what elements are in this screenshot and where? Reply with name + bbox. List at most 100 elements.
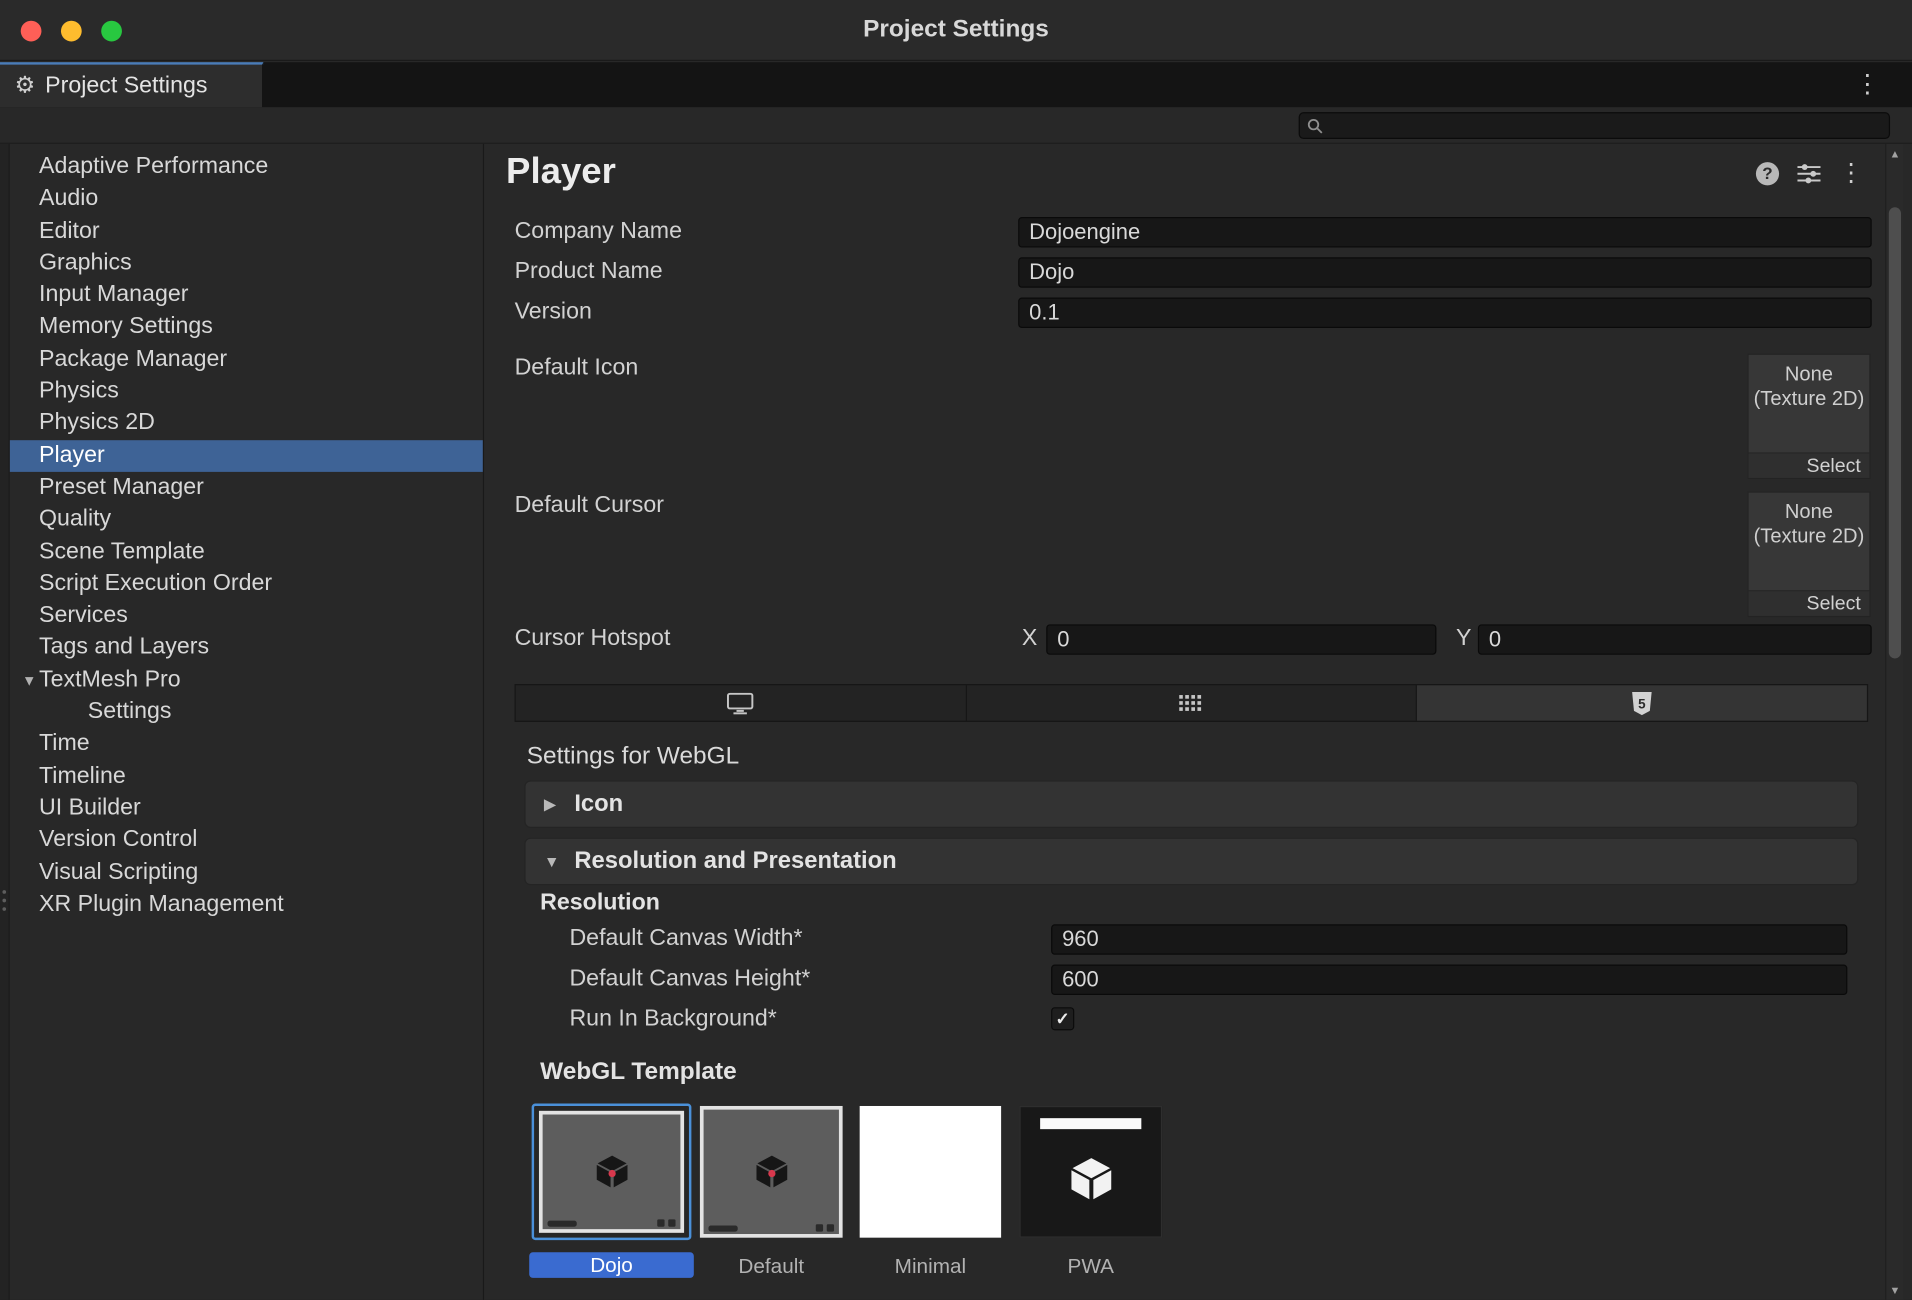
toolbar bbox=[0, 107, 1912, 144]
search-input[interactable] bbox=[1329, 115, 1881, 136]
texture-type-text: (Texture 2D) bbox=[1749, 387, 1870, 411]
close-button[interactable] bbox=[21, 21, 42, 42]
template-pwa-thumbnail[interactable] bbox=[1019, 1106, 1162, 1238]
default-icon-texture-well[interactable]: None (Texture 2D) Select bbox=[1747, 354, 1870, 480]
sidebar-item-adaptive-performance[interactable]: Adaptive Performance bbox=[10, 151, 483, 183]
cursor-hotspot-label: Cursor Hotspot bbox=[515, 626, 671, 653]
tab-strip: ⚙ Project Settings ⋮ bbox=[0, 62, 1912, 107]
canvas-width-input[interactable] bbox=[1051, 924, 1847, 954]
company-name-label: Company Name bbox=[515, 218, 682, 245]
pwa-titlebar-shape bbox=[1040, 1118, 1141, 1129]
template-default-preview bbox=[700, 1106, 843, 1238]
sidebar-item-physics[interactable]: Physics bbox=[10, 376, 483, 408]
sidebar-item-quality[interactable]: Quality bbox=[10, 504, 483, 536]
sidebar-item-xr-plugin-management[interactable]: XR Plugin Management bbox=[10, 889, 483, 921]
template-pwa-label[interactable]: PWA bbox=[1019, 1254, 1162, 1280]
canvas-width-label: Default Canvas Width* bbox=[569, 926, 802, 953]
platform-tab-dedicated-server[interactable] bbox=[967, 685, 1418, 720]
hotspot-x-input[interactable] bbox=[1046, 624, 1436, 654]
template-dojo-label[interactable]: Dojo bbox=[529, 1252, 694, 1278]
sidebar-item-audio[interactable]: Audio bbox=[10, 183, 483, 215]
sidebar-item-preset-manager[interactable]: Preset Manager bbox=[10, 472, 483, 504]
sidebar-item-visual-scripting[interactable]: Visual Scripting bbox=[10, 857, 483, 889]
template-default-thumbnail[interactable] bbox=[700, 1106, 843, 1238]
template-minimal-preview bbox=[860, 1106, 1001, 1238]
webgl-template-heading: WebGL Template bbox=[540, 1058, 737, 1086]
texture-type-text: (Texture 2D) bbox=[1749, 524, 1870, 548]
titlebar: Project Settings bbox=[0, 0, 1912, 61]
vertical-scrollbar[interactable]: ▲ ▼ bbox=[1885, 144, 1903, 1300]
default-icon-select-button[interactable]: Select bbox=[1749, 452, 1870, 478]
traffic-lights bbox=[21, 21, 122, 42]
sidebar-item-editor[interactable]: Editor bbox=[10, 215, 483, 247]
scroll-up-icon[interactable]: ▲ bbox=[1886, 148, 1903, 160]
foldout-open-icon[interactable]: ▼ bbox=[544, 852, 561, 870]
tab-strip-menu-icon[interactable]: ⋮ bbox=[1847, 67, 1887, 102]
panel-header-icons: ? ⋮ bbox=[1756, 161, 1863, 185]
platform-tab-standalone[interactable] bbox=[516, 685, 967, 720]
presets-icon[interactable] bbox=[1797, 163, 1820, 184]
platform-tab-webgl[interactable]: 5 bbox=[1417, 685, 1867, 720]
template-minimal-label[interactable]: Minimal bbox=[860, 1254, 1001, 1280]
svg-text:5: 5 bbox=[1638, 696, 1646, 711]
sidebar-item-package-manager[interactable]: Package Manager bbox=[10, 344, 483, 376]
scrollbar-thumb[interactable] bbox=[1889, 207, 1901, 658]
icon-section-header[interactable]: ▶ Icon bbox=[524, 780, 1858, 828]
default-cursor-texture-well[interactable]: None (Texture 2D) Select bbox=[1747, 491, 1870, 617]
sidebar-item-memory-settings[interactable]: Memory Settings bbox=[10, 312, 483, 344]
default-cursor-label: Default Cursor bbox=[515, 493, 664, 520]
texture-none-text: None bbox=[1749, 500, 1870, 524]
texture-none-text: None bbox=[1749, 362, 1870, 386]
sidebar-item-player[interactable]: Player bbox=[10, 440, 483, 472]
product-name-input[interactable] bbox=[1018, 257, 1872, 287]
monitor-icon bbox=[727, 692, 754, 714]
template-minimal-thumbnail[interactable] bbox=[860, 1106, 1001, 1238]
sidebar-item-version-control[interactable]: Version Control bbox=[10, 825, 483, 857]
canvas-height-label: Default Canvas Height* bbox=[569, 966, 810, 993]
sidebar-item-graphics[interactable]: Graphics bbox=[10, 247, 483, 279]
check-icon: ✓ bbox=[1056, 1008, 1070, 1029]
panel-menu-icon[interactable]: ⋮ bbox=[1839, 161, 1863, 185]
company-name-input[interactable] bbox=[1018, 217, 1872, 247]
foldout-open-icon[interactable]: ▼ bbox=[20, 664, 40, 696]
foldout-closed-icon[interactable]: ▶ bbox=[544, 794, 561, 814]
player-settings-panel: Player ? ⋮ Company Name Product Name Ver… bbox=[484, 144, 1885, 1300]
sidebar-item-script-execution-order[interactable]: Script Execution Order bbox=[10, 568, 483, 600]
version-input[interactable] bbox=[1018, 298, 1872, 328]
tab-project-settings[interactable]: ⚙ Project Settings bbox=[0, 62, 263, 107]
minimize-button[interactable] bbox=[61, 21, 82, 42]
sidebar-item-textmesh-pro-settings[interactable]: Settings bbox=[10, 696, 483, 728]
resolution-section-header[interactable]: ▼ Resolution and Presentation bbox=[524, 838, 1858, 886]
hotspot-y-input[interactable] bbox=[1478, 624, 1872, 654]
sidebar-item-services[interactable]: Services bbox=[10, 600, 483, 632]
sidebar-item-textmesh-pro[interactable]: ▼ TextMesh Pro bbox=[10, 664, 483, 696]
drag-grip-icon[interactable] bbox=[2, 890, 6, 911]
hotspot-y-label: Y bbox=[1456, 626, 1471, 653]
settings-for-platform-title: Settings for WebGL bbox=[527, 743, 739, 771]
template-dojo-thumbnail[interactable] bbox=[532, 1104, 692, 1241]
canvas-height-input[interactable] bbox=[1051, 965, 1847, 995]
template-default-label[interactable]: Default bbox=[700, 1254, 843, 1280]
window-edge-strip bbox=[0, 144, 10, 1300]
gear-icon: ⚙ bbox=[15, 74, 36, 97]
search-box[interactable] bbox=[1299, 112, 1890, 139]
window-body: Project Settings ⚙ Project Settings ⋮ bbox=[0, 0, 1912, 1300]
default-cursor-select-button[interactable]: Select bbox=[1749, 590, 1870, 616]
sidebar-item-timeline[interactable]: Timeline bbox=[10, 760, 483, 792]
sidebar-item-input-manager[interactable]: Input Manager bbox=[10, 279, 483, 311]
resolution-section-label: Resolution and Presentation bbox=[574, 847, 896, 875]
sidebar-item-time[interactable]: Time bbox=[10, 728, 483, 760]
unity-cube-icon bbox=[1064, 1152, 1118, 1206]
brand-strip bbox=[708, 1224, 834, 1231]
sidebar-item-physics-2d[interactable]: Physics 2D bbox=[10, 408, 483, 440]
scroll-down-icon[interactable]: ▼ bbox=[1886, 1284, 1903, 1296]
sidebar-item-tags-and-layers[interactable]: Tags and Layers bbox=[10, 632, 483, 664]
sidebar-item-scene-template[interactable]: Scene Template bbox=[10, 536, 483, 568]
run-in-background-checkbox[interactable]: ✓ bbox=[1051, 1007, 1074, 1030]
version-label: Version bbox=[515, 299, 592, 326]
zoom-button[interactable] bbox=[101, 21, 122, 42]
default-icon-label: Default Icon bbox=[515, 355, 639, 382]
tab-label: Project Settings bbox=[45, 73, 207, 100]
sidebar-item-ui-builder[interactable]: UI Builder bbox=[10, 793, 483, 825]
help-icon[interactable]: ? bbox=[1756, 162, 1779, 185]
